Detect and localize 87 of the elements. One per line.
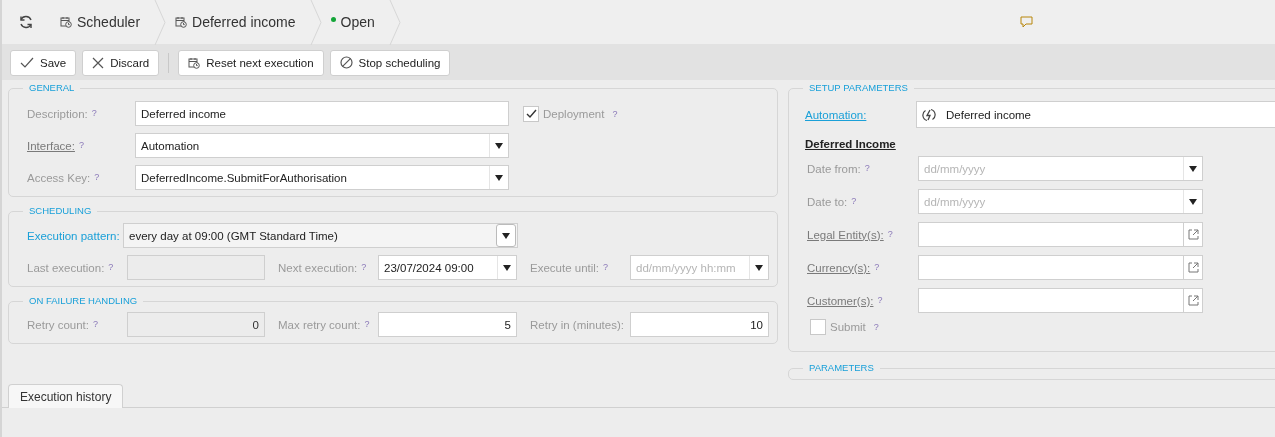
field-label: Last execution: [27, 261, 105, 274]
dropdown[interactable]: every day at 09:00 (GMT Standard Time) [123, 223, 518, 248]
text-field[interactable] [127, 255, 265, 280]
help-mark[interactable]: ? [91, 107, 97, 118]
calendar-clock-icon [175, 16, 188, 28]
caret-icon [755, 264, 763, 271]
field-label: Execution pattern: [27, 229, 121, 242]
toolbar-button[interactable]: Save [10, 49, 77, 76]
breadcrumb[interactable]: Open [322, 0, 402, 45]
field-label: Access Key: [27, 171, 91, 184]
number-field[interactable]: 10 [630, 312, 769, 337]
help-mark[interactable]: ? [851, 195, 857, 206]
toolbar-button[interactable]: Stop scheduling [329, 49, 451, 76]
help-mark[interactable]: ? [864, 162, 870, 173]
lookup-field[interactable] [918, 222, 1184, 247]
open-lookup-button[interactable] [1184, 255, 1203, 280]
field-label: Next execution: [278, 261, 358, 274]
help-mark[interactable]: ? [108, 261, 114, 272]
section-title: SCHEDULING [23, 205, 98, 216]
lookup-field[interactable] [918, 255, 1184, 280]
date-picker[interactable]: dd/mm/yyyy [918, 189, 1203, 214]
help-mark[interactable]: ? [877, 294, 883, 305]
help-mark[interactable]: ? [612, 108, 618, 119]
caret-icon [1189, 165, 1197, 172]
dropdown[interactable]: Automation [135, 133, 509, 158]
date-picker[interactable]: dd/mm/yyyy hh:mm [630, 255, 769, 280]
breadcrumb[interactable]: Deferred income [167, 0, 323, 45]
checkbox-label: Submit [830, 321, 866, 333]
section-title: PARAMETERS [803, 362, 880, 374]
help-mark[interactable]: ? [873, 322, 879, 332]
checkbox-label: Deployment [543, 107, 605, 120]
help-mark[interactable]: ? [93, 318, 98, 329]
close-icon [92, 56, 105, 69]
field-label[interactable]: Customer(s): [807, 294, 874, 307]
help-mark[interactable]: ? [874, 261, 880, 272]
refresh-icon[interactable] [18, 14, 34, 30]
date-picker[interactable]: dd/mm/yyyy [918, 156, 1203, 181]
checkbox[interactable] [810, 319, 826, 335]
breadcrumb[interactable]: Scheduler [52, 0, 168, 45]
field-label: Retry count: [27, 318, 89, 331]
toolbar-button[interactable]: Discard [82, 49, 160, 76]
caret-icon [1189, 198, 1197, 205]
field-label[interactable]: Legal Entity(s): [807, 228, 884, 241]
comment-icon[interactable] [1019, 16, 1033, 28]
text-field[interactable]: Deferred income [135, 101, 509, 126]
help-mark[interactable]: ? [94, 171, 100, 182]
group-heading: Deferred Income [805, 138, 897, 150]
open-lookup-button[interactable] [1184, 222, 1203, 247]
dropdown[interactable]: DeferredIncome.SubmitForAuthorisation [135, 165, 509, 190]
ban-icon [339, 56, 353, 69]
calendar-clock-icon [60, 16, 72, 28]
field-label: Execute until: [530, 261, 600, 274]
automation-field[interactable]: Deferred income [916, 101, 1275, 128]
number-field[interactable]: 0 [127, 312, 265, 337]
tab[interactable]: Execution history [8, 384, 124, 408]
help-mark[interactable]: ? [603, 261, 609, 272]
caret-icon [503, 264, 511, 271]
calendar-clock-icon [188, 56, 201, 69]
section-title: SETUP PARAMETERS [803, 82, 914, 93]
date-picker[interactable]: 23/07/2024 09:00 [378, 255, 517, 280]
field-label: Description: [27, 107, 88, 120]
toolbar-button[interactable]: Reset next execution [178, 49, 324, 76]
check-icon [20, 56, 34, 69]
caret-icon [495, 142, 503, 149]
help-mark[interactable]: ? [364, 318, 370, 329]
open-lookup-button[interactable] [1184, 288, 1203, 313]
field-label: Retry in (minutes): [530, 318, 624, 331]
external-link-icon [1187, 229, 1199, 240]
external-link-icon [1187, 262, 1199, 273]
field-label: Date to: [807, 195, 848, 208]
help-mark[interactable]: ? [78, 139, 84, 150]
field-label: Max retry count: [278, 318, 361, 331]
section-title: ON FAILURE HANDLING [23, 295, 144, 306]
checkbox[interactable] [523, 105, 539, 122]
help-mark[interactable]: ? [361, 261, 367, 272]
field-label[interactable]: Currency(s): [807, 261, 871, 274]
caret-icon [495, 174, 503, 181]
field-label[interactable]: Interface: [27, 139, 75, 152]
external-link-icon [1187, 295, 1199, 306]
help-mark[interactable]: ? [887, 228, 893, 239]
section-title: GENERAL [23, 82, 81, 93]
caret-icon [502, 232, 510, 239]
field-label: Date from: [807, 162, 861, 175]
lookup-field[interactable] [918, 288, 1184, 313]
automation-link[interactable]: Automation: [805, 108, 916, 121]
lightning-icon [922, 107, 936, 122]
number-field[interactable]: 5 [378, 312, 517, 337]
